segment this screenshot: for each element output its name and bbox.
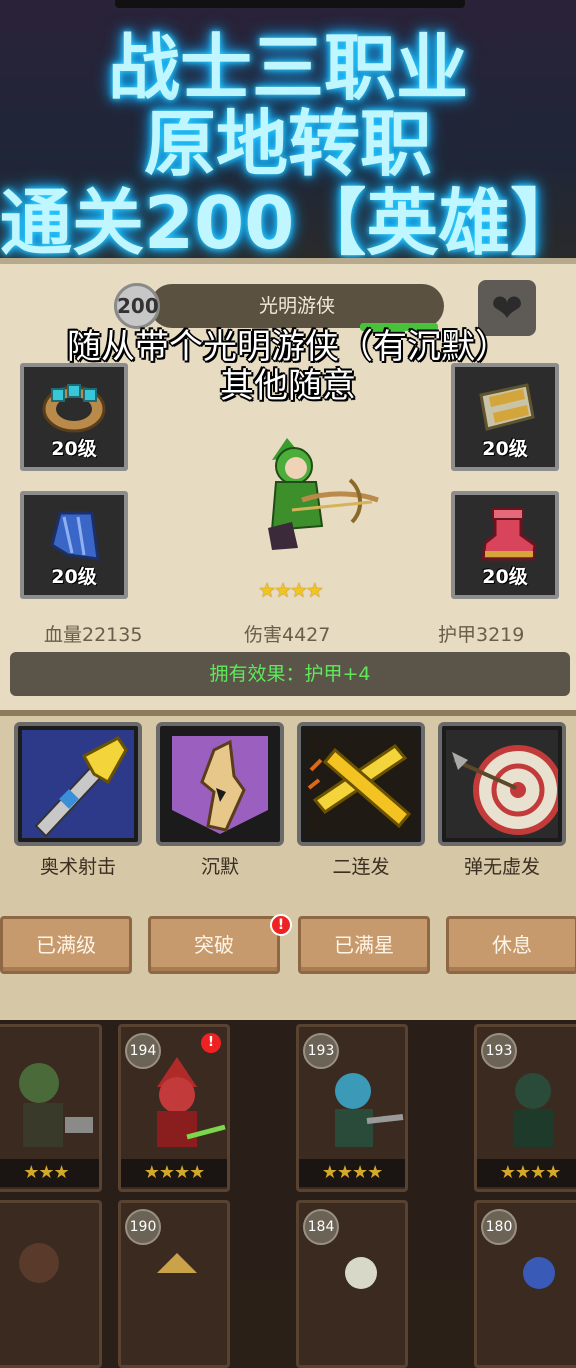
hero-star-rating: ★★★★ xyxy=(258,578,324,602)
stat-attack: 伤害4427 xyxy=(244,624,331,646)
roster-card[interactable]: 193 ★★★★ xyxy=(474,1024,576,1192)
hero-name-plate: 光明游侠 xyxy=(150,284,444,328)
roster-stars: ★★★★ xyxy=(121,1159,227,1187)
caption-line-1: 随从带个光明游侠（有沉默） xyxy=(67,327,509,367)
skill-label: 奥术射击 xyxy=(39,856,116,878)
boots-icon xyxy=(481,508,537,561)
roster-card[interactable]: 194 ! ★★★★ xyxy=(118,1024,230,1192)
hero-portrait-icon xyxy=(19,1063,93,1147)
arcane-arrow-icon xyxy=(22,730,134,838)
cape-icon xyxy=(50,511,100,561)
owned-effect-bar: 拥有效果：护甲+4 xyxy=(10,652,570,696)
breakthrough-alert-icon: ! xyxy=(270,914,292,936)
rest-button[interactable]: 休息 xyxy=(446,916,576,974)
roster-card[interactable]: 193 ★★★★ xyxy=(296,1024,408,1192)
roster-level-badge: 180 xyxy=(481,1209,517,1245)
silence-icon xyxy=(164,730,276,838)
roster-level-badge: 190 xyxy=(125,1209,161,1245)
roster-card[interactable]: 180 xyxy=(474,1200,576,1368)
skill-label: 二连发 xyxy=(332,856,390,878)
stat-armor: 护甲3219 xyxy=(438,624,525,646)
hero-sprite-ranger xyxy=(268,438,379,550)
max-level-button[interactable]: 已满级 xyxy=(0,916,132,974)
equip-slot-cape[interactable]: 20级 xyxy=(20,491,128,599)
bullseye-icon xyxy=(446,730,558,838)
equip-slot-boots[interactable]: 20级 xyxy=(451,491,559,599)
equip-level: 20级 xyxy=(51,566,97,588)
roster-card[interactable]: ★★★ xyxy=(0,1024,102,1192)
roster-stars: ★★★★ xyxy=(299,1159,405,1187)
hero-level-badge: 200 xyxy=(114,283,160,329)
hero-portrait-icon xyxy=(19,1243,59,1283)
roster-level-badge: 184 xyxy=(303,1209,339,1245)
equip-level: 20级 xyxy=(482,438,528,460)
skill-label: 沉默 xyxy=(200,856,239,878)
banner-line-1: 战士三职业 xyxy=(107,26,468,110)
roster-level-badge: 193 xyxy=(481,1033,517,1069)
roster-stars: ★★★ xyxy=(0,1159,99,1187)
roster-level-badge: 194 xyxy=(125,1033,161,1069)
skill-label: 弹无虚发 xyxy=(463,856,540,878)
equip-level: 20级 xyxy=(482,566,528,588)
roster-alert-icon: ! xyxy=(201,1033,221,1053)
roster-card[interactable]: 190 xyxy=(118,1200,230,1368)
skill-silence[interactable] xyxy=(156,722,284,846)
caption-line-2: 其他随意 xyxy=(220,366,356,406)
skill-bullseye[interactable] xyxy=(438,722,566,846)
roster-card[interactable]: 184 xyxy=(296,1200,408,1368)
skill-arcane-shot[interactable] xyxy=(14,722,142,846)
skill-double-shot[interactable] xyxy=(297,722,425,846)
top-bar xyxy=(115,0,465,8)
roster-card[interactable] xyxy=(0,1200,102,1368)
equip-level: 20级 xyxy=(51,438,97,460)
double-shot-icon xyxy=(305,730,417,838)
breakthrough-button[interactable]: 突破 xyxy=(148,916,280,974)
heart-icon: ❤ xyxy=(491,286,523,330)
banner-line-3: 通关200【英雄】 xyxy=(0,181,576,265)
roster-stars: ★★★★ xyxy=(477,1159,576,1187)
stat-hp: 血量22135 xyxy=(44,624,143,646)
banner-line-2: 原地转职 xyxy=(143,102,432,186)
roster-level-badge: 193 xyxy=(303,1033,339,1069)
max-star-button[interactable]: 已满星 xyxy=(298,916,430,974)
